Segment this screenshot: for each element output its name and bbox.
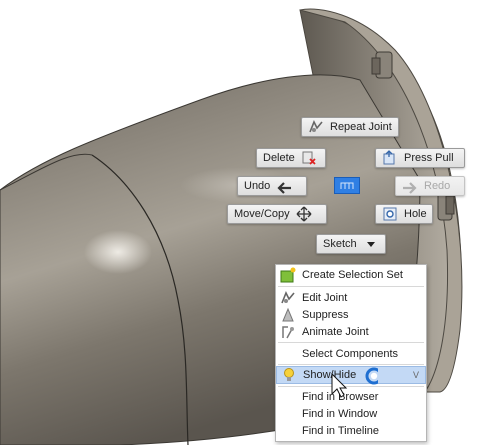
delete-icon — [301, 150, 317, 166]
mouse-cursor — [331, 367, 378, 398]
menu-separator — [278, 286, 424, 287]
lightbulb-icon — [281, 367, 297, 383]
shortcut-hint: V — [412, 370, 419, 380]
selection-set-icon — [280, 267, 296, 283]
menu-item-animate-joint[interactable]: Animate Joint — [276, 323, 426, 340]
move-copy-label: Move/Copy — [234, 208, 290, 220]
undo-label: Undo — [244, 180, 271, 192]
delete-button[interactable]: Delete — [256, 148, 326, 168]
delete-label: Delete — [263, 152, 295, 164]
repeat-joint-label: Repeat Joint — [330, 121, 392, 133]
press-pull-button[interactable]: Press Pull — [375, 148, 465, 168]
menu-item-suppress[interactable]: Suppress — [276, 306, 426, 323]
menu-item-select-components[interactable]: Select Components — [276, 345, 426, 362]
press-pull-label: Press Pull — [404, 152, 454, 164]
menu-separator — [278, 364, 424, 365]
hole-button[interactable]: Hole — [375, 204, 433, 224]
context-menu: Create Selection Set Edit Joint Suppress… — [275, 264, 427, 442]
edit-joint-icon — [280, 290, 296, 306]
menu-separator — [278, 342, 424, 343]
joint-icon — [308, 119, 324, 135]
undo-icon — [276, 178, 292, 194]
move-icon — [296, 206, 312, 222]
menu-item-find-in-window[interactable]: Find in Window — [276, 405, 426, 422]
suppress-icon — [280, 307, 296, 323]
repeat-joint-button[interactable]: Repeat Joint — [301, 117, 399, 137]
menu-item-find-in-timeline[interactable]: Find in Timeline — [276, 422, 426, 439]
hole-label: Hole — [404, 208, 427, 220]
busy-spinner-icon — [365, 367, 378, 385]
redo-label: Redo — [424, 180, 451, 192]
move-copy-button[interactable]: Move/Copy — [227, 204, 327, 224]
marking-menu-center[interactable] — [334, 177, 360, 194]
caret-down-icon — [363, 236, 379, 252]
press-pull-icon — [382, 150, 398, 166]
animate-joint-icon — [280, 324, 296, 340]
hole-icon — [382, 206, 398, 222]
menu-item-edit-joint[interactable]: Edit Joint — [276, 289, 426, 306]
sketch-dropdown[interactable]: Sketch — [316, 234, 386, 254]
menu-item-create-selection-set[interactable]: Create Selection Set — [276, 266, 426, 283]
redo-icon — [402, 178, 418, 194]
undo-button[interactable]: Undo — [237, 176, 307, 196]
redo-button[interactable]: Redo — [395, 176, 465, 196]
sketch-label: Sketch — [323, 238, 357, 250]
